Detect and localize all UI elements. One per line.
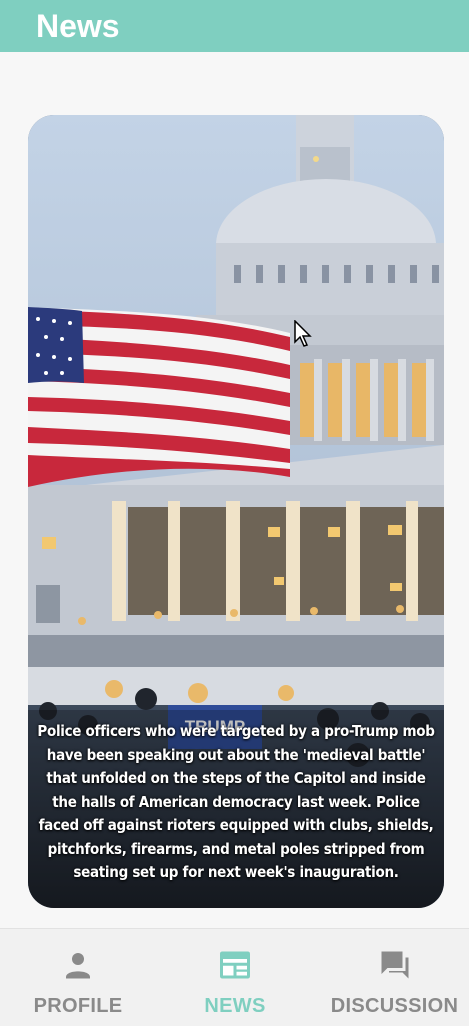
nav-label-profile: PROFILE <box>33 995 123 1017</box>
nav-label-discussion: DISCUSSION <box>330 995 459 1017</box>
article-caption: Police officers who were targeted by a p… <box>37 722 435 881</box>
forum-icon <box>381 951 408 979</box>
nav-item-profile[interactable]: PROFILE <box>0 929 156 1026</box>
nav-item-discussion[interactable]: DISCUSSION <box>320 929 469 1026</box>
news-feed[interactable]: TRUMP Police officers who were targeted … <box>0 52 469 928</box>
nav-label-news: NEWS <box>204 995 266 1017</box>
person-icon <box>66 953 90 979</box>
news-card[interactable]: TRUMP Police officers who were targeted … <box>28 115 444 908</box>
app-bar-title: News <box>36 8 120 44</box>
nav-item-news[interactable]: NEWS <box>157 929 313 1026</box>
bottom-navigation: PROFILE NEWS DISCUSSION <box>0 928 469 1026</box>
app-bar: News <box>0 0 469 52</box>
mouse-cursor-icon <box>294 320 312 347</box>
newspaper-icon <box>220 951 250 979</box>
